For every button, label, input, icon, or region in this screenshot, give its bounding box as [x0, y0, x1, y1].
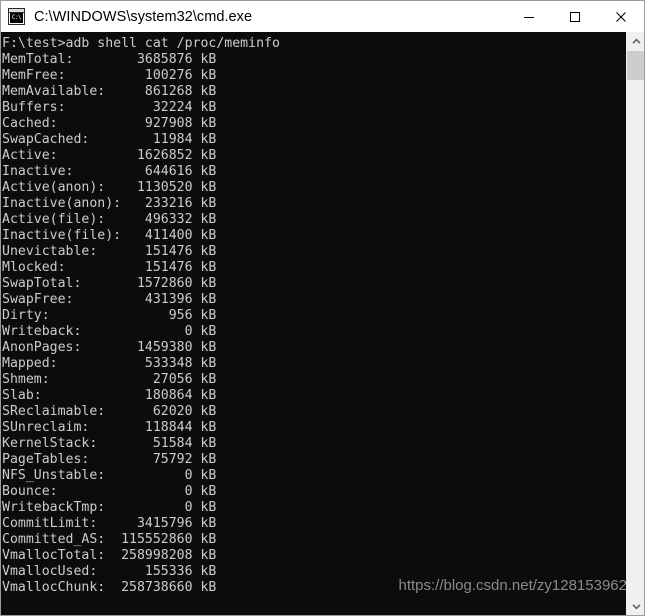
terminal-area: F:\test>adb shell cat /proc/meminfo MemTo… — [1, 32, 644, 615]
console-line: SReclaimable: 62020 kB — [2, 404, 217, 419]
cmd-console-icon: C:\ — [8, 8, 25, 25]
scrollbar-track[interactable] — [627, 50, 644, 597]
window-title: C:\WINDOWS\system32\cmd.exe — [34, 8, 253, 25]
console-line: KernelStack: 51584 kB — [2, 436, 217, 451]
console-line: Shmem: 27056 kB — [2, 372, 217, 387]
icon-screen-text: C:\ — [10, 13, 23, 23]
console-line: Writeback: 0 kB — [2, 324, 217, 339]
console-line: SUnreclaim: 118844 kB — [2, 420, 217, 435]
console-line: Active(anon): 1130520 kB — [2, 180, 217, 195]
console-line: Mapped: 533348 kB — [2, 356, 217, 371]
title-bar[interactable]: C:\ C:\WINDOWS\system32\cmd.exe — [1, 1, 644, 32]
console-line: Bounce: 0 kB — [2, 484, 217, 499]
console-line: NFS_Unstable: 0 kB — [2, 468, 217, 483]
console-line: MemFree: 100276 kB — [2, 68, 217, 83]
console-line: SwapCached: 11984 kB — [2, 132, 217, 147]
console-line: VmallocTotal: 258998208 kB — [2, 548, 217, 563]
scroll-down-arrow[interactable] — [627, 597, 644, 615]
console-line: Dirty: 956 kB — [2, 308, 217, 323]
window-controls — [506, 1, 644, 32]
console-line: Inactive: 644616 kB — [2, 164, 217, 179]
console-prompt-line: F:\test>adb shell cat /proc/meminfo — [2, 36, 280, 51]
console-output[interactable]: F:\test>adb shell cat /proc/meminfo MemTo… — [1, 32, 626, 615]
maximize-button[interactable] — [552, 1, 598, 32]
console-line: Active(file): 496332 kB — [2, 212, 217, 227]
vertical-scrollbar[interactable] — [626, 32, 644, 615]
minimize-button[interactable] — [506, 1, 552, 32]
console-line: CommitLimit: 3415796 kB — [2, 516, 217, 531]
console-line: Inactive(file): 411400 kB — [2, 228, 217, 243]
console-line: MemTotal: 3685876 kB — [2, 52, 217, 67]
cmd-window: C:\ C:\WINDOWS\system32\cmd.exe F:\test>… — [0, 0, 645, 616]
scroll-up-arrow[interactable] — [627, 32, 644, 50]
console-line: AnonPages: 1459380 kB — [2, 340, 217, 355]
console-line: SwapFree: 431396 kB — [2, 292, 217, 307]
console-line: Cached: 927908 kB — [2, 116, 217, 131]
console-line: Mlocked: 151476 kB — [2, 260, 217, 275]
console-line: PageTables: 75792 kB — [2, 452, 217, 467]
console-line: MemAvailable: 861268 kB — [2, 84, 217, 99]
console-line: Committed_AS: 115552860 kB — [2, 532, 217, 547]
console-line: WritebackTmp: 0 kB — [2, 500, 217, 515]
console-line: VmallocUsed: 155336 kB — [2, 564, 217, 579]
console-line: Slab: 180864 kB — [2, 388, 217, 403]
console-line: Buffers: 32224 kB — [2, 100, 217, 115]
console-line: SwapTotal: 1572860 kB — [2, 276, 217, 291]
console-line: Active: 1626852 kB — [2, 148, 217, 163]
close-button[interactable] — [598, 1, 644, 32]
console-line: Inactive(anon): 233216 kB — [2, 196, 217, 211]
scroll-thumb[interactable] — [627, 51, 644, 80]
console-line: VmallocChunk: 258738660 kB — [2, 580, 217, 595]
console-line: Unevictable: 151476 kB — [2, 244, 217, 259]
